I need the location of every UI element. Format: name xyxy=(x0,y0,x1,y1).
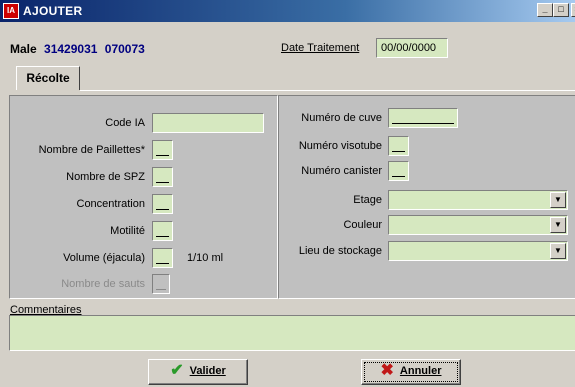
app-icon: IA xyxy=(3,3,19,19)
close-button[interactable]: × xyxy=(571,3,575,17)
etage-label: Etage xyxy=(353,194,382,206)
commentaires-field[interactable] xyxy=(9,315,575,351)
etage-select[interactable]: ▼ xyxy=(388,190,568,210)
chevron-down-icon[interactable]: ▼ xyxy=(550,243,566,259)
male-label: Male xyxy=(10,42,37,56)
visotube-input[interactable] xyxy=(388,136,409,156)
window-title: AJOUTER xyxy=(23,4,83,18)
title-bar: IA AJOUTER _ □ × xyxy=(0,0,575,22)
volume-input[interactable] xyxy=(152,248,173,268)
lieu-select[interactable]: ▼ xyxy=(388,241,568,261)
sauts-label: Nombre de sauts xyxy=(61,278,145,290)
concentration-input[interactable] xyxy=(152,194,173,214)
checkmark-icon: ✔ xyxy=(170,362,184,380)
chevron-down-icon[interactable]: ▼ xyxy=(550,192,566,208)
spz-input[interactable] xyxy=(152,167,173,187)
paillettes-label: Nombre de Paillettes* xyxy=(38,144,145,156)
male-id: 31429031 xyxy=(44,42,98,56)
spz-label: Nombre de SPZ xyxy=(66,171,145,183)
volume-label: Volume (éjacula) xyxy=(63,252,145,264)
concentration-label: Concentration xyxy=(76,198,146,210)
paillettes-input[interactable] xyxy=(152,140,173,160)
tab-recolte[interactable]: Récolte xyxy=(16,66,80,90)
annuler-button[interactable]: ✖ Annuler xyxy=(361,359,461,385)
code-ia-label: Code IA xyxy=(105,117,145,129)
male-code: 070073 xyxy=(104,42,145,56)
canister-label: Numéro canister xyxy=(301,165,382,177)
visotube-label: Numéro visotube xyxy=(298,140,382,152)
motilite-label: Motilité xyxy=(110,225,145,237)
cuve-input[interactable] xyxy=(388,108,458,128)
sauts-input xyxy=(152,274,170,294)
male-info: Male 31429031 070073 xyxy=(10,42,145,56)
tab-divider xyxy=(80,90,575,91)
motilite-input[interactable] xyxy=(152,221,173,241)
couleur-label: Couleur xyxy=(343,219,382,231)
cuve-label: Numéro de cuve xyxy=(301,112,382,124)
code-ia-input[interactable] xyxy=(152,113,264,133)
date-traitement-field[interactable]: 00/00/0000 xyxy=(376,38,448,58)
volume-unit: 1/10 ml xyxy=(187,252,224,264)
minimize-button[interactable]: _ xyxy=(537,3,553,17)
lieu-label: Lieu de stockage xyxy=(298,245,382,257)
date-traitement-label: Date Traitement xyxy=(281,42,360,54)
canister-input[interactable] xyxy=(388,161,409,181)
cross-icon: ✖ xyxy=(380,362,394,380)
valider-label: Valider xyxy=(189,365,226,378)
valider-button[interactable]: ✔ Valider xyxy=(148,359,248,385)
annuler-label: Annuler xyxy=(399,365,442,378)
chevron-down-icon[interactable]: ▼ xyxy=(550,217,566,233)
couleur-select[interactable]: ▼ xyxy=(388,215,568,235)
maximize-button[interactable]: □ xyxy=(553,3,569,17)
